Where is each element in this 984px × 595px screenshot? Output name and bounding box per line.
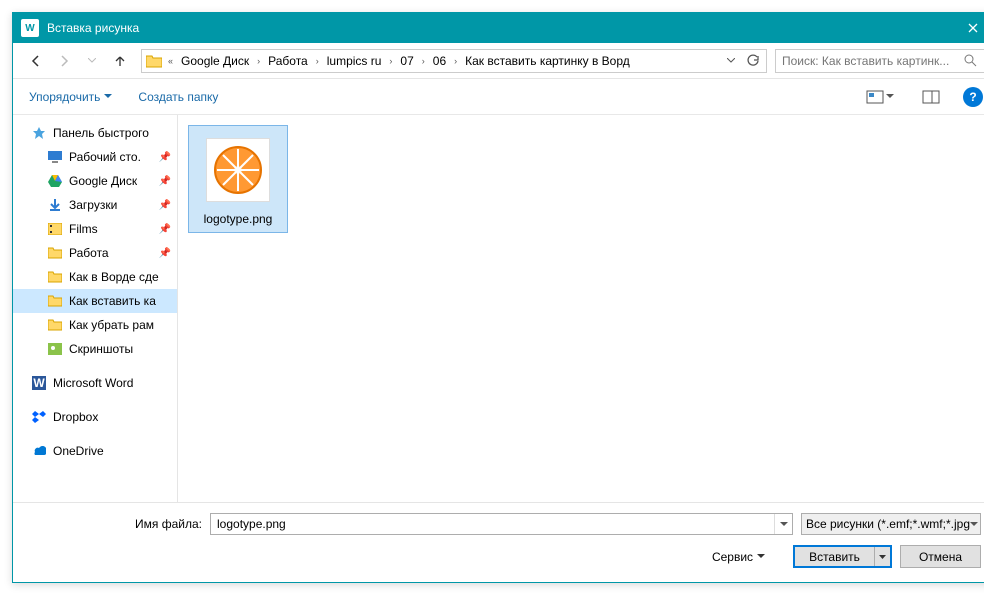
file-name-label: logotype.png xyxy=(195,212,281,226)
chevron-right-icon[interactable]: › xyxy=(253,56,264,66)
new-folder-button[interactable]: Создать папку xyxy=(134,86,222,108)
filename-input[interactable] xyxy=(211,517,774,531)
dialog-body: Панель быстрого Рабочий сто. 📌 Google Ди… xyxy=(13,115,984,502)
preview-pane-button[interactable] xyxy=(917,87,945,107)
crumb-current[interactable]: Как вставить картинку в Ворд xyxy=(461,54,634,68)
sidebar-films[interactable]: Films 📌 xyxy=(13,217,177,241)
titlebar: W Вставка рисунка xyxy=(13,13,984,43)
search-icon[interactable] xyxy=(964,54,980,67)
folder-icon xyxy=(47,317,63,333)
address-dropdown[interactable] xyxy=(720,50,742,72)
recent-dropdown[interactable] xyxy=(79,48,105,74)
downloads-icon xyxy=(47,197,63,213)
crumb-lumpics[interactable]: lumpics ru xyxy=(323,54,386,68)
svg-text:W: W xyxy=(33,376,45,390)
filter-label: Все рисунки (*.emf;*.wmf;*.jpg xyxy=(806,517,970,531)
sidebar-folder-2[interactable]: Как вставить ка xyxy=(13,289,177,313)
sidebar-folder-4[interactable]: Скриншоты xyxy=(13,337,177,361)
crumb-07[interactable]: 07 xyxy=(396,54,417,68)
sidebar-gdrive[interactable]: Google Диск 📌 xyxy=(13,169,177,193)
filename-label: Имя файла: xyxy=(27,517,202,531)
insert-button[interactable]: Вставить xyxy=(793,545,892,568)
folder-icon xyxy=(144,51,164,71)
word-icon: W xyxy=(31,375,47,391)
file-item-logotype[interactable]: logotype.png xyxy=(188,125,288,233)
search-box[interactable] xyxy=(775,49,984,73)
file-thumbnail xyxy=(206,138,270,202)
sidebar-downloads[interactable]: Загрузки 📌 xyxy=(13,193,177,217)
crumb-work[interactable]: Работа xyxy=(264,54,312,68)
screenshots-icon xyxy=(47,341,63,357)
service-label: Сервис xyxy=(712,550,753,564)
chevron-down-icon xyxy=(886,94,894,99)
address-bar[interactable]: « Google Диск › Работа › lumpics ru › 07… xyxy=(141,49,767,73)
sidebar: Панель быстрого Рабочий сто. 📌 Google Ди… xyxy=(13,115,178,502)
chevron-down-icon xyxy=(757,554,765,559)
desktop-icon xyxy=(47,149,63,165)
dialog-footer: Имя файла: Все рисунки (*.emf;*.wmf;*.jp… xyxy=(13,502,984,582)
organize-button[interactable]: Упорядочить xyxy=(25,86,116,108)
chevron-down-icon xyxy=(970,522,978,527)
forward-button[interactable] xyxy=(51,48,77,74)
up-button[interactable] xyxy=(107,48,133,74)
sidebar-dropbox[interactable]: Dropbox xyxy=(13,405,177,429)
sidebar-desktop[interactable]: Рабочий сто. 📌 xyxy=(13,145,177,169)
sidebar-quick-access[interactable]: Панель быстрого xyxy=(13,121,177,145)
cancel-button[interactable]: Отмена xyxy=(900,545,981,568)
gdrive-icon xyxy=(47,173,63,189)
file-list[interactable]: logotype.png xyxy=(178,115,984,502)
chevron-right-icon[interactable]: › xyxy=(450,56,461,66)
folder-icon xyxy=(47,245,63,261)
chevron-right-icon[interactable]: › xyxy=(418,56,429,66)
filename-combo[interactable] xyxy=(210,513,793,535)
filter-combo[interactable]: Все рисунки (*.emf;*.wmf;*.jpg xyxy=(801,513,981,535)
film-icon xyxy=(47,221,63,237)
chevron-right-icon[interactable]: › xyxy=(385,56,396,66)
dialog-title: Вставка рисунка xyxy=(47,21,950,35)
filename-dropdown[interactable] xyxy=(774,514,792,534)
pin-icon: 📌 xyxy=(159,248,171,259)
file-open-dialog: W Вставка рисунка « Google Диск › Работа… xyxy=(12,12,984,583)
help-button[interactable]: ? xyxy=(963,87,983,107)
pin-icon: 📌 xyxy=(159,152,171,163)
sidebar-folder-1[interactable]: Как в Ворде сде xyxy=(13,265,177,289)
new-folder-label: Создать папку xyxy=(138,90,218,104)
pin-icon: 📌 xyxy=(159,200,171,211)
navigation-row: « Google Диск › Работа › lumpics ru › 07… xyxy=(13,43,984,79)
organize-label: Упорядочить xyxy=(29,90,100,104)
cancel-label: Отмена xyxy=(919,550,962,564)
insert-label: Вставить xyxy=(795,550,874,564)
sidebar-word[interactable]: W Microsoft Word xyxy=(13,371,177,395)
crumb-gdrive[interactable]: Google Диск xyxy=(177,54,253,68)
chevron-right-icon[interactable]: › xyxy=(312,56,323,66)
pin-icon: 📌 xyxy=(159,224,171,235)
toolbar: Упорядочить Создать папку ? xyxy=(13,79,984,115)
breadcrumb-lead[interactable]: « xyxy=(164,56,177,66)
word-app-icon: W xyxy=(21,19,39,37)
pin-icon: 📌 xyxy=(159,176,171,187)
onedrive-icon xyxy=(31,443,47,459)
search-input[interactable] xyxy=(780,53,964,69)
folder-icon xyxy=(47,269,63,285)
sidebar-onedrive[interactable]: OneDrive xyxy=(13,439,177,463)
folder-icon xyxy=(47,293,63,309)
view-mode-button[interactable] xyxy=(861,87,899,107)
refresh-button[interactable] xyxy=(742,50,764,72)
insert-dropdown[interactable] xyxy=(874,547,890,566)
back-button[interactable] xyxy=(23,48,49,74)
chevron-down-icon xyxy=(104,94,112,99)
sidebar-work[interactable]: Работа 📌 xyxy=(13,241,177,265)
service-button[interactable]: Сервис xyxy=(712,550,765,564)
close-button[interactable] xyxy=(950,13,984,43)
crumb-06[interactable]: 06 xyxy=(429,54,450,68)
dropbox-icon xyxy=(31,409,47,425)
sidebar-folder-3[interactable]: Как убрать рам xyxy=(13,313,177,337)
star-icon xyxy=(31,125,47,141)
